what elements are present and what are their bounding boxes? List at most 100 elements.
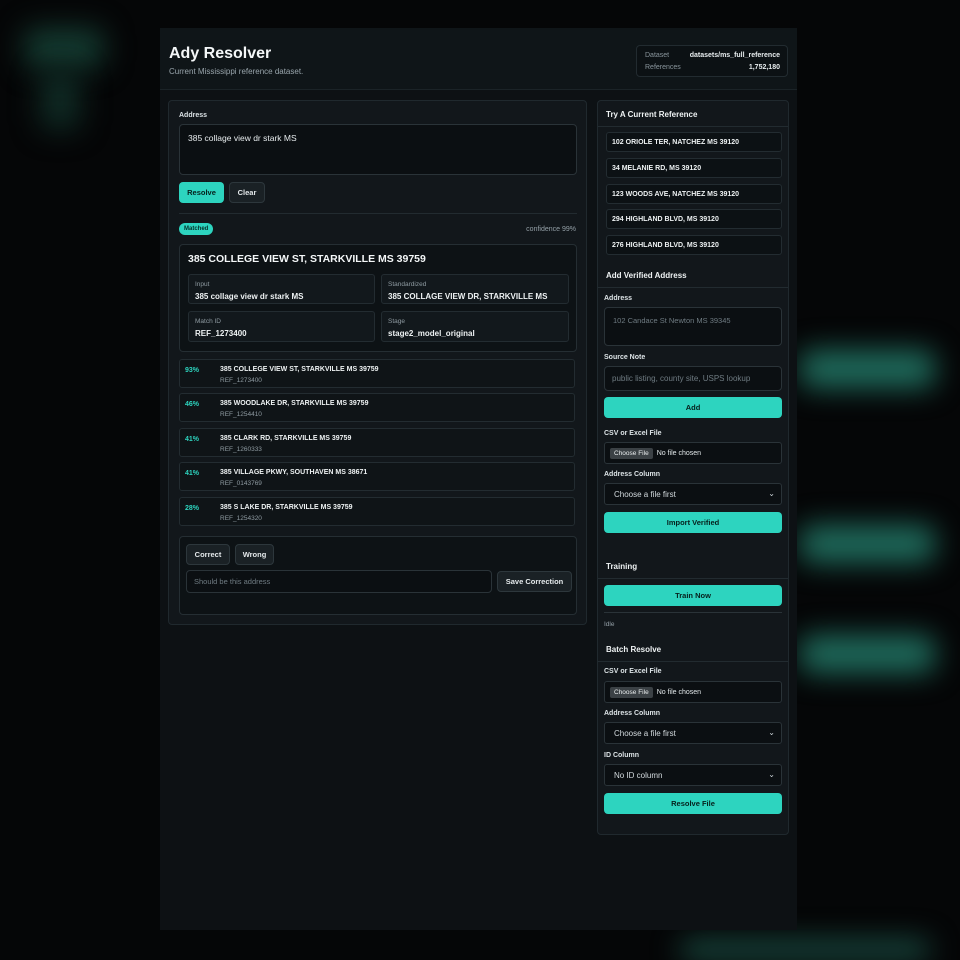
chevron-down-icon: ⌄ [768, 489, 775, 498]
verified-file-input[interactable]: Choose File No file chosen [604, 442, 782, 464]
input-field-card: Input 385 collage view dr stark MS [188, 274, 375, 304]
reference-item[interactable]: 102 ORIOLE TER, NATCHEZ MS 39120 [606, 132, 782, 152]
candidate-address: 385 COLLEGE VIEW ST, STARKVILLE MS 39759 [220, 366, 379, 373]
correction-input[interactable]: Should be this address [186, 570, 492, 593]
stage-field-card: Stage stage2_model_original [381, 311, 569, 342]
candidate-row[interactable]: 41% 385 CLARK RD, STARKVILLE MS 39759 RE… [179, 428, 575, 457]
source-note-input[interactable]: public listing, county site, USPS lookup [604, 366, 782, 391]
id-column-label: ID Column [604, 752, 639, 759]
field-label: Input [195, 281, 210, 288]
candidate-score: 28% [185, 505, 200, 512]
candidate-address: 385 WOODLAKE DR, STARKVILLE MS 39759 [220, 400, 369, 407]
candidate-ref: REF_1260333 [220, 446, 262, 453]
add-address-textarea[interactable]: 102 Candace St Newton MS 39345 [604, 307, 782, 346]
candidate-score: 93% [185, 367, 200, 374]
training-progress-bar [604, 612, 782, 613]
id-column-select[interactable]: No ID column ⌄ [604, 764, 782, 786]
resolve-button[interactable]: Resolve [179, 182, 224, 203]
divider [598, 661, 788, 662]
background-blur-left [40, 70, 80, 130]
app-window: Ady Resolver Current Mississippi referen… [160, 28, 797, 930]
page-subtitle: Current Mississippi reference dataset. [169, 67, 304, 76]
reference-item[interactable]: 34 MELANIE RD, MS 39120 [606, 158, 782, 178]
field-label: Standardized [388, 281, 427, 288]
clear-button[interactable]: Clear [229, 182, 265, 203]
status-badge: Matched [179, 223, 214, 235]
divider [598, 578, 788, 579]
batch-address-column-label: Address Column [604, 710, 661, 717]
dataset-info: Dataset datasets/ms_full_reference Refer… [636, 45, 788, 77]
address-column-label: Address Column [604, 471, 661, 478]
reference-item[interactable]: 294 HIGHLAND BLVD, MS 39120 [606, 209, 782, 229]
candidate-row[interactable]: 28% 385 S LAKE DR, STARKVILLE MS 39759 R… [179, 497, 575, 526]
candidate-score: 41% [185, 436, 200, 443]
add-address-label: Address [604, 295, 633, 302]
candidate-ref: REF_0143769 [220, 480, 262, 487]
select-value: No ID column [614, 770, 663, 780]
resolve-panel: Address 385 collage view dr stark MS Res… [168, 100, 587, 625]
candidate-row[interactable]: 46% 385 WOODLAKE DR, STARKVILLE MS 39759… [179, 393, 575, 422]
try-reference-title: Try A Current Reference [606, 110, 698, 119]
training-title: Training [606, 562, 638, 571]
import-verified-button[interactable]: Import Verified [604, 512, 782, 533]
references-value: 1,752,180 [748, 64, 780, 71]
field-value: 385 collage view dr stark MS [195, 292, 304, 301]
address-textarea[interactable]: 385 collage view dr stark MS [179, 124, 577, 175]
candidate-address: 385 VILLAGE PKWY, SOUTHAVEN MS 38671 [220, 469, 368, 476]
match-result-card: 385 COLLEGE VIEW ST, STARKVILLE MS 39759… [179, 244, 577, 352]
wrong-button[interactable]: Wrong [235, 544, 274, 565]
candidate-ref: REF_1254410 [220, 411, 262, 418]
select-value: Choose a file first [614, 489, 676, 499]
candidate-row[interactable]: 41% 385 VILLAGE PKWY, SOUTHAVEN MS 38671… [179, 462, 575, 491]
feedback-card: Correct Wrong Should be this address Sav… [179, 536, 577, 615]
divider [598, 126, 788, 127]
select-value: Choose a file first [614, 728, 676, 738]
standardized-field-card: Standardized 385 COLLAGE VIEW DR, STARKV… [381, 274, 569, 304]
batch-file-input[interactable]: Choose File No file chosen [604, 681, 782, 703]
add-verified-title: Add Verified Address [606, 271, 687, 280]
header: Ady Resolver Current Mississippi referen… [160, 28, 797, 90]
candidate-ref: REF_1254320 [220, 515, 262, 522]
file-status: No file chosen [656, 688, 702, 696]
field-value: 385 COLLAGE VIEW DR, STARKVILLE MS [388, 292, 548, 301]
choose-file-button[interactable]: Choose File [610, 686, 653, 698]
batch-resolve-title: Batch Resolve [606, 645, 662, 654]
page-title: Ady Resolver [169, 45, 272, 62]
resolve-file-button[interactable]: Resolve File [604, 793, 782, 814]
train-now-button[interactable]: Train Now [604, 585, 782, 606]
address-label: Address [179, 112, 208, 119]
candidate-row[interactable]: 93% 385 COLLEGE VIEW ST, STARKVILLE MS 3… [179, 359, 575, 388]
chevron-down-icon: ⌄ [768, 770, 775, 779]
candidate-ref: REF_1273400 [220, 377, 262, 384]
batch-address-column-select[interactable]: Choose a file first ⌄ [604, 722, 782, 744]
result-title: 385 COLLEGE VIEW ST, STARKVILLE MS 39759 [188, 253, 426, 265]
match-id-field-card: Match ID REF_1273400 [188, 311, 375, 342]
dataset-label: Dataset [645, 52, 670, 59]
correct-button[interactable]: Correct [186, 544, 230, 565]
sidebar-panel: Try A Current Reference 102 ORIOLE TER, … [597, 100, 789, 835]
field-value: REF_1273400 [195, 329, 247, 338]
divider [598, 287, 788, 288]
background-blur-bottom [680, 940, 930, 960]
confidence-text: confidence 99% [526, 226, 576, 233]
candidate-score: 41% [185, 470, 200, 477]
background-blur-right-3 [800, 635, 935, 673]
reference-item[interactable]: 276 HIGHLAND BLVD, MS 39120 [606, 235, 782, 255]
source-note-label: Source Note [604, 354, 646, 361]
candidate-address: 385 CLARK RD, STARKVILLE MS 39759 [220, 435, 352, 442]
background-blur-top-left [24, 28, 104, 68]
chevron-down-icon: ⌄ [768, 728, 775, 737]
add-button[interactable]: Add [604, 397, 782, 418]
candidate-address: 385 S LAKE DR, STARKVILLE MS 39759 [220, 504, 353, 511]
training-status: Idle [604, 621, 615, 628]
field-label: Stage [388, 318, 405, 325]
field-value: stage2_model_original [388, 329, 475, 338]
choose-file-button[interactable]: Choose File [610, 447, 653, 459]
dataset-value: datasets/ms_full_reference [689, 52, 780, 59]
reference-item[interactable]: 123 WOODS AVE, NATCHEZ MS 39120 [606, 184, 782, 204]
references-label: References [645, 64, 681, 71]
save-correction-button[interactable]: Save Correction [497, 571, 572, 592]
address-column-select[interactable]: Choose a file first ⌄ [604, 483, 782, 505]
batch-csv-label: CSV or Excel File [604, 668, 662, 675]
divider [179, 213, 577, 214]
